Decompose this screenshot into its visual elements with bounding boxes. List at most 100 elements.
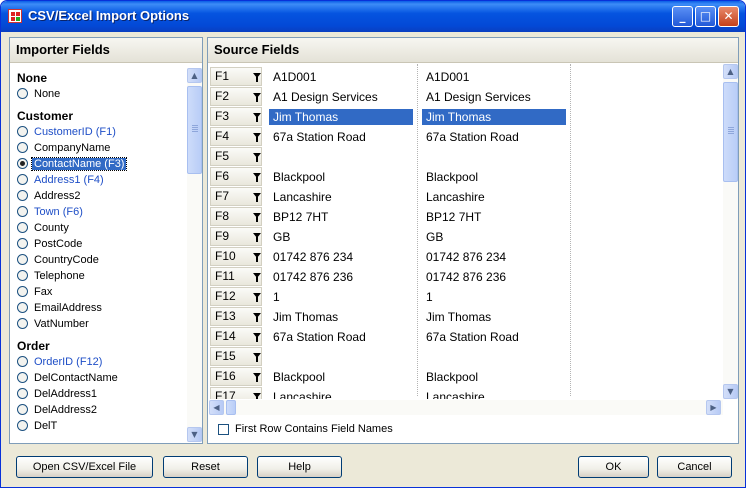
source-value-cell[interactable]: Lancashire [422, 389, 566, 399]
source-field-row[interactable]: F4 67a Station Road 67a Station Road [210, 127, 718, 147]
source-value-cell[interactable] [269, 149, 413, 165]
filter-icon[interactable] [253, 213, 261, 222]
open-file-button[interactable]: Open CSV/Excel File [16, 456, 153, 478]
field-name-header[interactable]: F6 [210, 167, 262, 186]
importer-field-option[interactable]: DelT [11, 418, 194, 434]
source-value-cell[interactable]: Blackpool [269, 369, 413, 385]
field-name-header[interactable]: F5 [210, 147, 262, 166]
importer-vertical-scrollbar[interactable]: ▲ ▼ [187, 68, 202, 442]
cancel-button[interactable]: Cancel [657, 456, 732, 478]
importer-field-option[interactable]: DelAddress1 [11, 386, 194, 402]
field-name-header[interactable]: F17 [210, 387, 262, 399]
source-value-cell[interactable]: A1 Design Services [422, 89, 566, 105]
source-value-cell[interactable]: 67a Station Road [269, 329, 413, 345]
source-value-cell[interactable]: 67a Station Road [422, 129, 566, 145]
source-value-cell[interactable]: A1D001 [269, 69, 413, 85]
importer-field-option[interactable]: Fax [11, 284, 194, 300]
importer-field-option[interactable]: EmailAddress [11, 300, 194, 316]
filter-icon[interactable] [253, 173, 261, 182]
source-value-cell[interactable]: A1 Design Services [269, 89, 413, 105]
importer-field-option[interactable]: DelContactName [11, 370, 194, 386]
field-name-header[interactable]: F8 [210, 207, 262, 226]
radio-icon[interactable] [17, 270, 28, 281]
scroll-thumb[interactable] [187, 86, 202, 174]
source-field-row[interactable]: F15 [210, 347, 718, 367]
filter-icon[interactable] [253, 273, 261, 282]
source-value-cell[interactable]: 01742 876 234 [422, 249, 566, 265]
source-value-cell[interactable]: Lancashire [422, 189, 566, 205]
field-name-header[interactable]: F16 [210, 367, 262, 386]
source-value-cell[interactable]: BP12 7HT [422, 209, 566, 225]
reset-button[interactable]: Reset [163, 456, 248, 478]
source-value-cell[interactable]: 1 [269, 289, 413, 305]
filter-icon[interactable] [253, 393, 261, 399]
scroll-left-icon[interactable]: ◀ [209, 400, 224, 415]
importer-field-option[interactable]: PostCode [11, 236, 194, 252]
source-value-cell[interactable]: Blackpool [422, 169, 566, 185]
importer-field-option[interactable]: ContactName (F3) [11, 156, 194, 172]
ok-button[interactable]: OK [578, 456, 649, 478]
source-value-cell[interactable]: Lancashire [269, 189, 413, 205]
source-field-row[interactable]: F14 67a Station Road 67a Station Road [210, 327, 718, 347]
source-field-row[interactable]: F5 [210, 147, 718, 167]
filter-icon[interactable] [253, 253, 261, 262]
source-field-row[interactable]: F1 A1D001 A1D001 [210, 67, 718, 87]
filter-icon[interactable] [253, 73, 261, 82]
source-vertical-scrollbar[interactable]: ▲ ▼ [723, 64, 738, 399]
field-name-header[interactable]: F7 [210, 187, 262, 206]
source-value-cell[interactable]: Lancashire [269, 389, 413, 399]
source-value-cell[interactable]: Blackpool [422, 369, 566, 385]
filter-icon[interactable] [253, 193, 261, 202]
field-name-header[interactable]: F2 [210, 87, 262, 106]
field-name-header[interactable]: F10 [210, 247, 262, 266]
radio-icon[interactable] [17, 302, 28, 313]
field-name-header[interactable]: F12 [210, 287, 262, 306]
importer-field-option[interactable]: DelAddress2 [11, 402, 194, 418]
source-value-cell[interactable]: GB [422, 229, 566, 245]
importer-field-option[interactable]: CountryCode [11, 252, 194, 268]
radio-icon[interactable] [17, 356, 28, 367]
radio-checked-icon[interactable] [17, 158, 28, 169]
importer-field-option[interactable]: VatNumber [11, 316, 194, 332]
importer-field-option[interactable]: OrderID (F12) [11, 354, 194, 370]
maximize-button[interactable]: □ [695, 6, 716, 27]
filter-icon[interactable] [253, 133, 261, 142]
source-value-cell[interactable]: 01742 876 236 [422, 269, 566, 285]
source-value-cell[interactable] [269, 349, 413, 365]
importer-field-option[interactable]: CustomerID (F1) [11, 124, 194, 140]
radio-icon[interactable] [17, 254, 28, 265]
radio-icon[interactable] [17, 286, 28, 297]
source-field-row[interactable]: F9 GB GB [210, 227, 718, 247]
field-name-header[interactable]: F1 [210, 67, 262, 86]
filter-icon[interactable] [253, 233, 261, 242]
radio-icon[interactable] [17, 318, 28, 329]
filter-icon[interactable] [253, 153, 261, 162]
source-field-row[interactable]: F12 1 1 [210, 287, 718, 307]
field-name-header[interactable]: F14 [210, 327, 262, 346]
scroll-right-icon[interactable]: ▶ [706, 400, 721, 415]
minimize-button[interactable]: _ [672, 6, 693, 27]
radio-icon[interactable] [17, 88, 28, 99]
source-field-row[interactable]: F3 Jim Thomas Jim Thomas [210, 107, 718, 127]
filter-icon[interactable] [253, 373, 261, 382]
filter-icon[interactable] [253, 333, 261, 342]
radio-icon[interactable] [17, 126, 28, 137]
source-field-row[interactable]: F11 01742 876 236 01742 876 236 [210, 267, 718, 287]
source-field-row[interactable]: F16 Blackpool Blackpool [210, 367, 718, 387]
radio-icon[interactable] [17, 404, 28, 415]
radio-icon[interactable] [17, 388, 28, 399]
close-button[interactable]: ✕ [718, 6, 739, 27]
importer-field-option[interactable]: County [11, 220, 194, 236]
radio-icon[interactable] [17, 142, 28, 153]
source-value-cell[interactable]: A1D001 [422, 69, 566, 85]
source-value-cell[interactable]: 67a Station Road [422, 329, 566, 345]
scroll-thumb[interactable] [226, 400, 236, 415]
source-horizontal-scrollbar[interactable]: ◀ ▶ [209, 400, 723, 415]
field-name-header[interactable]: F4 [210, 127, 262, 146]
source-field-row[interactable]: F8 BP12 7HT BP12 7HT [210, 207, 718, 227]
importer-field-option[interactable]: Town (F6) [11, 204, 194, 220]
filter-icon[interactable] [253, 93, 261, 102]
radio-icon[interactable] [17, 420, 28, 431]
scroll-down-icon[interactable]: ▼ [723, 384, 738, 399]
first-row-field-names-checkbox[interactable] [218, 424, 229, 435]
